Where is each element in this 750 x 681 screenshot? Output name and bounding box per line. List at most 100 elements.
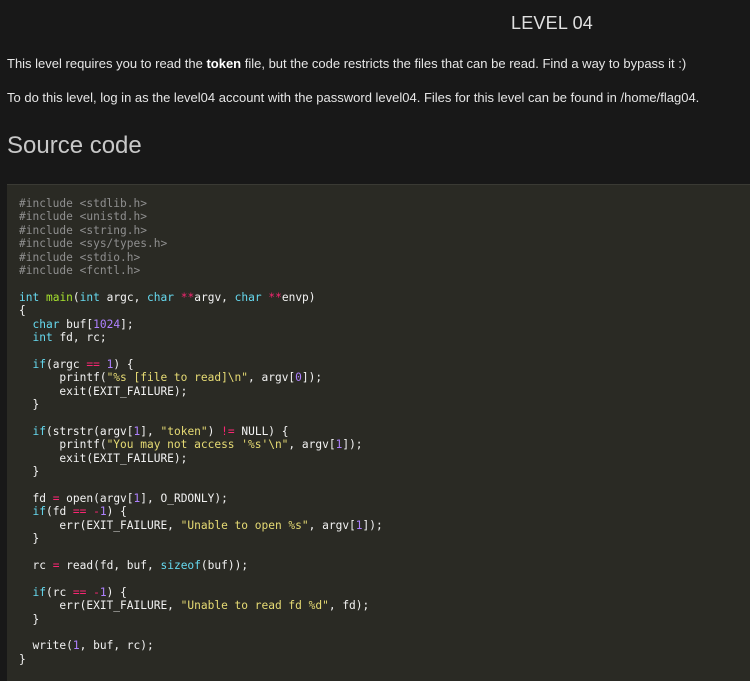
code-token: 1 <box>99 585 107 599</box>
code-token: ) { <box>106 505 127 519</box>
code-token: printf( <box>19 438 107 452</box>
code-token: 1024 <box>93 317 121 331</box>
code-token: buf[ <box>59 317 94 331</box>
code-token: , argv[ <box>288 438 336 452</box>
code-token: int <box>79 290 100 304</box>
code-token: (rc <box>45 585 73 599</box>
code-line: } <box>19 613 39 626</box>
code-token: if <box>32 505 46 519</box>
code-token: envp) <box>281 290 316 304</box>
code-line: err(EXIT_FAILURE, "Unable to read fd %d"… <box>19 599 369 612</box>
code-token: } <box>19 652 26 666</box>
code-token: err(EXIT_FAILURE, <box>19 518 181 532</box>
code-token: ], <box>140 424 161 438</box>
code-token: char <box>234 290 262 304</box>
code-token: argc, <box>99 290 148 304</box>
code-token: "token" <box>160 424 208 438</box>
code-token: ( <box>72 290 80 304</box>
code-token: open(argv[ <box>59 491 134 505</box>
code-token: rc <box>19 558 53 572</box>
code-token: read(fd, buf, <box>59 558 161 572</box>
code-token: 1 <box>355 518 363 532</box>
code-token: } <box>19 532 40 546</box>
code-token: { <box>19 304 26 318</box>
code-token: main <box>45 290 73 304</box>
code-token: (argc <box>45 357 87 371</box>
code-line: if(strstr(argv[1], "token") != NULL) { <box>19 424 289 438</box>
token-emphasis: token <box>206 56 242 71</box>
intro-text-1b: file, but the code restricts the files t… <box>241 56 687 71</box>
code-line: int main(int argc, char **argv, char **e… <box>19 291 316 304</box>
code-token: NULL) { <box>234 424 289 438</box>
code-token: #include <string.h> <box>19 223 147 237</box>
intro-paragraph-1: This level requires you to read the toke… <box>7 56 686 71</box>
code-line: exit(EXIT_FAILURE); <box>19 452 187 465</box>
code-token: if <box>32 424 46 438</box>
code-line: { <box>19 304 26 317</box>
source-code-listing: #include <stdlib.h> #include <unistd.h> … <box>19 197 383 666</box>
code-line: printf("%s [file to read]\n", argv[0]); <box>19 371 322 384</box>
code-token: #include <fcntl.h> <box>19 264 141 278</box>
code-token: - <box>93 505 100 519</box>
code-line: err(EXIT_FAILURE, "Unable to open %s", a… <box>19 518 382 532</box>
code-line: fd = open(argv[1], O_RDONLY); <box>19 491 227 505</box>
code-token: , argv[ <box>248 371 296 385</box>
code-line: if(argc == 1) { <box>19 357 134 371</box>
code-line: int fd, rc; <box>19 331 106 344</box>
code-token: (fd <box>45 505 73 519</box>
code-token: #include <unistd.h> <box>19 210 147 224</box>
code-token: != <box>221 424 235 438</box>
code-token: if <box>32 585 46 599</box>
code-token: == <box>72 505 87 519</box>
code-token: ]); <box>342 438 363 452</box>
code-block: #include <stdlib.h> #include <unistd.h> … <box>7 184 750 681</box>
code-token: , argv[ <box>308 518 356 532</box>
code-token: ]); <box>301 371 323 385</box>
code-token: "You may not access '%s'\n" <box>106 438 289 452</box>
intro-text-1a: This level requires you to read the <box>7 56 207 71</box>
code-token: if <box>32 357 46 371</box>
code-token: - <box>93 585 100 599</box>
code-token: } <box>19 465 40 479</box>
code-token: write( <box>19 639 73 653</box>
code-token: 1 <box>72 639 80 653</box>
code-token: 0 <box>295 371 302 385</box>
code-token: 1 <box>99 505 107 519</box>
code-token: ) { <box>113 357 134 371</box>
code-line: } <box>19 532 39 545</box>
code-line: #include <string.h> <box>19 224 147 237</box>
code-token: (strstr(argv[ <box>45 424 134 438</box>
code-token: , fd); <box>328 599 370 613</box>
code-token: #include <sys/types.h> <box>19 237 168 251</box>
code-token: err(EXIT_FAILURE, <box>19 599 181 613</box>
code-line: exit(EXIT_FAILURE); <box>19 385 187 398</box>
source-code-heading: Source code <box>7 132 142 159</box>
code-token: "Unable to open %s" <box>180 518 309 532</box>
code-token: #include <stdlib.h> <box>19 197 147 210</box>
code-token: ]; <box>120 317 134 331</box>
code-token: "%s [file to read]\n" <box>106 371 249 385</box>
code-token: #include <stdio.h> <box>19 250 141 264</box>
code-line: } <box>19 465 39 478</box>
code-line: if(fd == -1) { <box>19 505 127 519</box>
code-token: char <box>32 317 60 331</box>
level-title: LEVEL 04 <box>511 13 593 33</box>
intro-paragraph-2: To do this level, log in as the level04 … <box>7 90 700 105</box>
code-token: char <box>147 290 174 304</box>
code-token: ** <box>180 290 195 304</box>
code-line: #include <stdio.h> <box>19 251 140 264</box>
code-line: rc = read(fd, buf, sizeof(buf)); <box>19 559 248 572</box>
code-token: ) { <box>106 585 127 599</box>
code-line: #include <stdlib.h> <box>19 197 147 210</box>
code-line: #include <sys/types.h> <box>19 237 167 250</box>
code-token: , buf, rc); <box>79 639 154 653</box>
code-token: sizeof <box>160 558 201 572</box>
code-token: } <box>19 398 40 412</box>
code-token: == <box>86 357 100 371</box>
